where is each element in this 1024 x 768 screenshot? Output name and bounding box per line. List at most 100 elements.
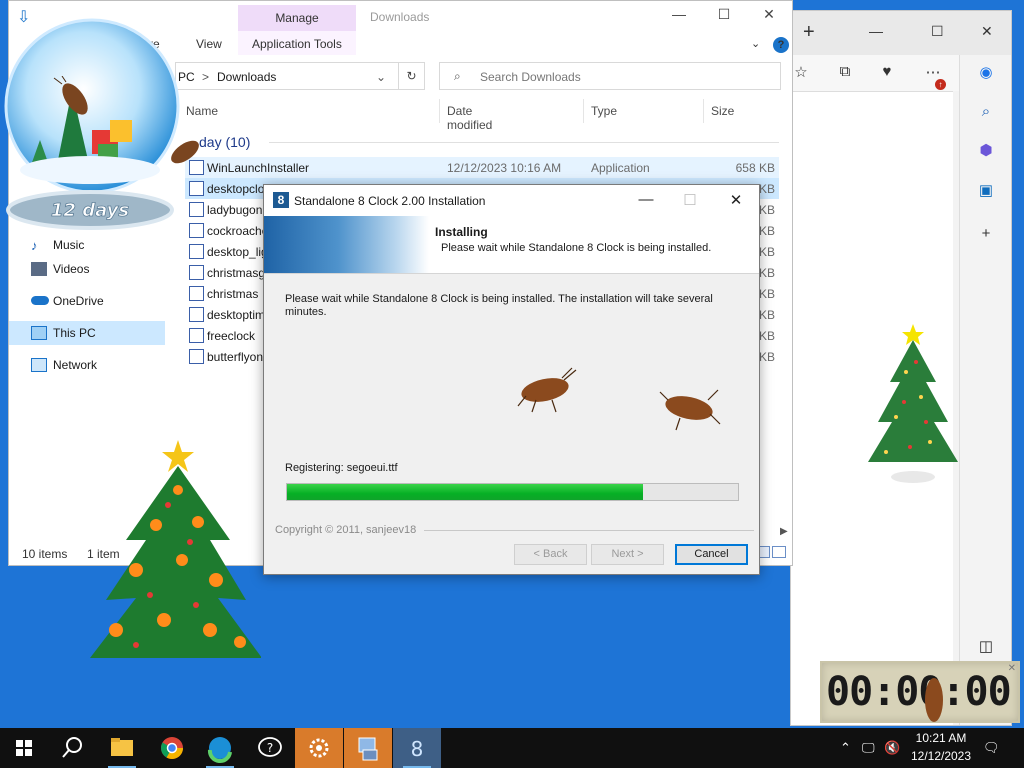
maximize-icon[interactable]: ☐: [714, 6, 734, 23]
christmas-tree-decoration[interactable]: [86, 430, 261, 662]
standalone-8-clock-icon: 8: [411, 737, 424, 761]
close-icon[interactable]: ✕: [981, 23, 993, 40]
close-icon[interactable]: ✕: [759, 6, 779, 23]
copilot-shield-icon[interactable]: ⬢: [976, 141, 996, 161]
file-icon: [189, 244, 204, 259]
nav-item-music[interactable]: ♪ Music: [9, 233, 165, 257]
taskbar-file-explorer[interactable]: [98, 728, 146, 768]
file-icon: [189, 265, 204, 280]
ribbon-expand-icon[interactable]: ⌄: [751, 37, 760, 50]
favorites-star-icon[interactable]: ☆: [791, 63, 811, 83]
column-divider[interactable]: [703, 99, 704, 123]
nav-item-videos[interactable]: Videos: [9, 257, 165, 281]
next-button[interactable]: Next >: [591, 544, 664, 565]
close-icon[interactable]: ✕: [1008, 663, 1016, 674]
application-tools-tab[interactable]: Application Tools: [238, 31, 356, 55]
header-title: Installing: [435, 225, 488, 239]
cockroach-decoration[interactable]: [916, 670, 952, 728]
chevron-down-icon[interactable]: ⌄: [376, 70, 386, 84]
file-name: butterflyon: [207, 350, 264, 364]
svg-text:8: 8: [411, 737, 424, 761]
new-tab-icon[interactable]: +: [803, 21, 815, 44]
minimize-icon[interactable]: —: [636, 191, 656, 208]
small-christmas-tree-decoration[interactable]: [866, 322, 960, 488]
music-icon: ♪: [31, 238, 38, 253]
nav-label: Videos: [53, 262, 90, 276]
taskbar-installer[interactable]: [344, 728, 392, 768]
nav-item-onedrive[interactable]: OneDrive: [9, 289, 165, 313]
item-count: 10 items: [22, 547, 68, 561]
search-input[interactable]: ⌕ Search Downloads: [439, 62, 781, 90]
nav-item-network[interactable]: Network: [9, 353, 165, 377]
taskbar-edge[interactable]: [196, 728, 244, 768]
column-label: Type: [591, 104, 618, 118]
cancel-button[interactable]: Cancel: [675, 544, 748, 565]
taskbar-time[interactable]: 10:21 AM: [906, 731, 976, 745]
performance-icon[interactable]: ♥: [877, 63, 897, 83]
file-name: WinLaunchInstaller: [207, 161, 310, 175]
maximize-icon[interactable]: ☐: [931, 23, 944, 40]
settings-icon: [309, 738, 329, 758]
back-button[interactable]: < Back: [514, 544, 587, 565]
taskbar-standalone-8-clock[interactable]: 8: [393, 728, 441, 768]
chrome-icon: [161, 737, 183, 759]
installer-icon: [358, 737, 378, 761]
refresh-button[interactable]: ↻: [398, 62, 425, 90]
address-separator: >: [202, 70, 210, 84]
file-size: KB: [758, 266, 775, 280]
add-icon[interactable]: +: [976, 225, 996, 245]
file-name: ladybugon: [207, 203, 263, 217]
file-size: KB: [758, 182, 775, 196]
view-tab[interactable]: View: [196, 37, 222, 51]
column-divider[interactable]: [439, 99, 440, 123]
column-divider[interactable]: [583, 99, 584, 123]
collections-icon[interactable]: ⧉: [835, 63, 855, 83]
taskbar-date[interactable]: 12/12/2023: [906, 749, 976, 763]
outlook-icon[interactable]: ▣: [976, 181, 996, 201]
app-icon: 8: [273, 192, 289, 208]
taskbar-settings[interactable]: [295, 728, 343, 768]
search-icon[interactable]: ⌕: [976, 103, 996, 123]
column-label: Size: [711, 104, 735, 118]
nav-label: Music: [53, 238, 85, 252]
column-label: Date modified: [447, 104, 493, 132]
scroll-right-icon[interactable]: ▶: [780, 526, 788, 537]
registering-status: Registering: segoeui.ttf: [285, 462, 398, 474]
help-icon: ?: [258, 737, 282, 757]
copilot-icon[interactable]: ◉: [976, 63, 996, 83]
cockroach-decoration[interactable]: [656, 384, 722, 432]
minimize-icon[interactable]: —: [869, 23, 883, 39]
file-name: christmasg: [207, 266, 266, 280]
header-banner: [264, 216, 429, 273]
window-title: Downloads: [370, 10, 430, 24]
minimize-icon[interactable]: —: [669, 6, 689, 22]
taskbar-chrome[interactable]: [148, 728, 196, 768]
network-icon: [31, 358, 47, 372]
cockroach-decoration[interactable]: [52, 76, 98, 122]
maximize-icon: ☐: [683, 192, 697, 209]
help-icon[interactable]: ?: [773, 37, 789, 53]
file-size: KB: [758, 203, 775, 217]
file-icon: [189, 328, 204, 343]
search-button[interactable]: [48, 728, 96, 768]
network-tray-icon[interactable]: 🖵: [862, 740, 875, 756]
notification-icon[interactable]: 🗨: [983, 740, 1000, 756]
cockroach-decoration[interactable]: [160, 132, 210, 172]
large-icons-view-button[interactable]: [772, 546, 786, 558]
install-message: Please wait while Standalone 8 Clock is …: [285, 293, 713, 318]
file-size: 658 KB: [735, 161, 775, 175]
snowglobe-label: 12 days: [51, 200, 130, 221]
close-icon[interactable]: ✕: [726, 191, 746, 209]
file-row[interactable]: WinLaunchInstaller 12/12/2023 10:16 AM App…: [185, 157, 779, 178]
installer-title: Standalone 8 Clock 2.00 Installation: [294, 194, 486, 208]
cockroach-decoration[interactable]: [512, 366, 578, 414]
taskbar-help[interactable]: ?: [246, 728, 294, 768]
file-name: cockroache: [207, 224, 269, 238]
manage-tab[interactable]: Manage: [238, 5, 356, 31]
start-button[interactable]: [0, 728, 48, 768]
volume-icon[interactable]: 🔇: [884, 740, 900, 756]
split-view-icon[interactable]: ◫: [976, 637, 996, 657]
address-bar[interactable]: PC > Downloads ⌄: [175, 62, 425, 90]
nav-item-this-pc[interactable]: This PC: [9, 321, 165, 345]
show-hidden-icons-icon[interactable]: ⌃: [840, 740, 851, 756]
